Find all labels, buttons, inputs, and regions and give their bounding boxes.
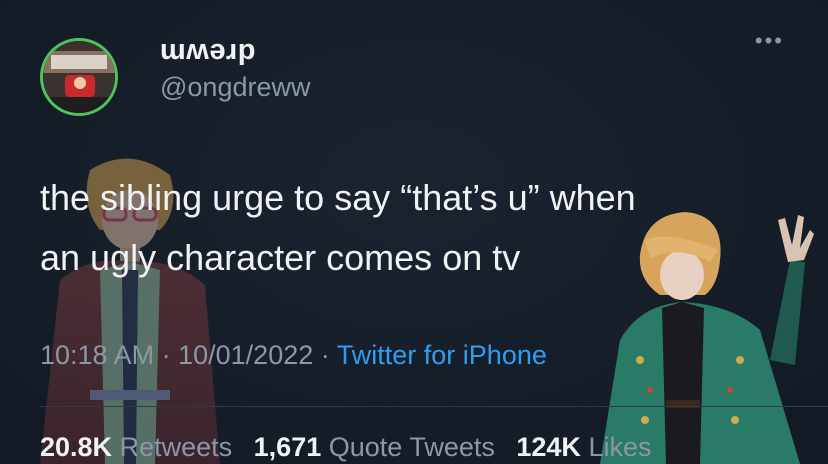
- quote-tweets-count: 1,671: [253, 432, 322, 462]
- meta-separator: ·: [161, 340, 171, 370]
- avatar[interactable]: [40, 38, 118, 116]
- quote-tweets-label: Quote Tweets: [328, 432, 495, 462]
- quote-tweets-stat[interactable]: 1,671 Quote Tweets: [254, 432, 495, 462]
- retweets-count: 20.8K: [40, 432, 113, 462]
- tweet-time[interactable]: 10:18 AM: [40, 340, 154, 370]
- tweet-text: the sibling urge to say “that’s u” when …: [40, 177, 636, 278]
- likes-label: Likes: [588, 432, 652, 462]
- meta-separator: ·: [320, 340, 330, 370]
- tweet-date[interactable]: 10/01/2022: [178, 340, 313, 370]
- likes-count: 124K: [516, 432, 581, 462]
- engagement-stats: 20.8K Retweets 1,671 Quote Tweets 124K L…: [40, 432, 651, 463]
- avatar-image: [43, 41, 115, 113]
- display-name[interactable]: ɯʍǝɹp: [160, 34, 256, 67]
- divider: [40, 406, 828, 407]
- retweets-label: Retweets: [119, 432, 233, 462]
- more-horizontal-icon[interactable]: •••: [755, 30, 784, 52]
- retweets-stat[interactable]: 20.8K Retweets: [40, 432, 232, 462]
- tweet-card: ɯʍǝɹp @ongdreww ••• the sibling urge to …: [0, 0, 828, 464]
- tweet-source-link[interactable]: Twitter for iPhone: [337, 340, 547, 370]
- user-handle[interactable]: @ongdreww: [160, 72, 310, 103]
- likes-stat[interactable]: 124K Likes: [516, 432, 651, 462]
- tweet-meta: 10:18 AM · 10/01/2022 · Twitter for iPho…: [40, 340, 547, 371]
